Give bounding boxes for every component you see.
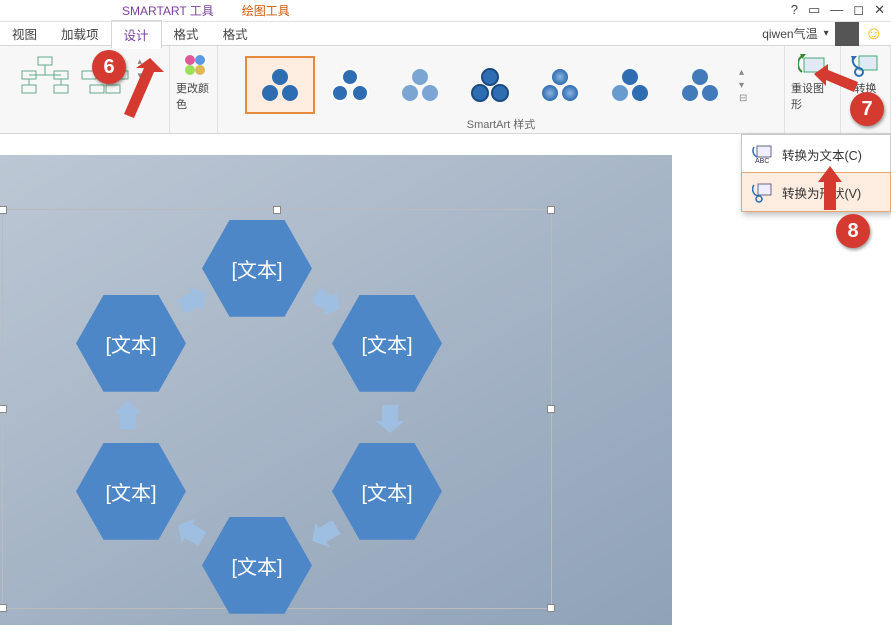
convert-to-text-label: 转换为文本(C) xyxy=(782,145,862,164)
tab-addins[interactable]: 加载项 xyxy=(49,20,111,47)
resize-handle-w[interactable] xyxy=(0,405,7,413)
ribbon-display-icon[interactable]: ▭ xyxy=(808,2,820,18)
smartart-node-1[interactable]: [文本] xyxy=(202,220,312,316)
ribbon-tabs: 视图 加载项 设计 格式 格式 qiwen气温 ▾ ☺ xyxy=(0,22,891,46)
smartart-node-5[interactable]: [文本] xyxy=(76,443,186,539)
cycle-arrow-icon xyxy=(372,399,408,435)
annotation-bubble: 8 xyxy=(836,214,870,248)
user-area: qiwen气温 ▾ ☺ xyxy=(762,22,891,46)
smartart-node-3[interactable]: [文本] xyxy=(332,443,442,539)
node-text: [文本] xyxy=(105,329,156,358)
help-icon[interactable]: ? xyxy=(791,2,798,18)
layouts-group: ▴▾⊟ xyxy=(0,46,170,133)
reset-icon xyxy=(798,50,828,78)
style-option-2[interactable] xyxy=(315,56,385,114)
convert-dropdown: ABC 转换为文本(C) 转换为形状(V) xyxy=(741,134,891,212)
convert-to-text-item[interactable]: ABC 转换为文本(C) xyxy=(742,135,890,173)
smartart-node-4[interactable]: [文本] xyxy=(202,517,312,613)
reset-group: 重设图形 xyxy=(785,46,841,133)
smartart-node-2[interactable]: [文本] xyxy=(332,295,442,391)
reset-graphic-button[interactable]: 重设图形 xyxy=(791,50,834,112)
contextual-tab-smartart: SMARTART 工具 xyxy=(112,0,224,21)
resize-handle-sw[interactable] xyxy=(0,604,7,612)
convert-icon xyxy=(851,50,881,78)
svg-text:ABC: ABC xyxy=(755,158,769,165)
change-colors-group: 更改颜色 xyxy=(170,46,218,133)
layout-option-2[interactable] xyxy=(78,50,132,100)
smartart-node-6[interactable]: [文本] xyxy=(76,295,186,391)
resize-handle-nw[interactable] xyxy=(0,206,7,214)
restore-icon[interactable]: ◻ xyxy=(853,2,864,18)
node-text: [文本] xyxy=(231,254,282,283)
convert-label: 转换 xyxy=(855,80,877,96)
minimize-icon[interactable]: — xyxy=(830,2,843,18)
style-option-7[interactable] xyxy=(665,56,735,114)
palette-icon xyxy=(180,50,208,78)
style-option-6[interactable] xyxy=(595,56,665,114)
convert-group: 转换 ▾ xyxy=(841,46,891,133)
reset-label: 重设图形 xyxy=(791,80,834,112)
chevron-down-icon: ▾ xyxy=(863,98,868,109)
convert-to-text-icon: ABC xyxy=(752,143,774,165)
styles-group: ▴▾⊟ SmartArt 样式 xyxy=(218,46,785,133)
style-option-3[interactable] xyxy=(385,56,455,114)
tab-format-smartart[interactable]: 格式 xyxy=(162,20,211,47)
style-option-4[interactable] xyxy=(455,56,525,114)
convert-to-shapes-icon xyxy=(752,181,774,203)
resize-handle-e[interactable] xyxy=(547,405,555,413)
resize-handle-ne[interactable] xyxy=(547,206,555,214)
convert-to-shapes-item[interactable]: 转换为形状(V) xyxy=(741,172,891,212)
styles-label: SmartArt 样式 xyxy=(467,114,535,134)
style-option-1[interactable] xyxy=(245,56,315,114)
tab-design[interactable]: 设计 xyxy=(111,20,162,49)
layouts-more[interactable]: ▴▾⊟ xyxy=(138,56,152,95)
node-text: [文本] xyxy=(231,551,282,580)
cycle-arrow-icon xyxy=(110,399,146,435)
resize-handle-se[interactable] xyxy=(547,604,555,612)
node-text: [文本] xyxy=(361,477,412,506)
user-name: qiwen气温 xyxy=(762,25,817,42)
tab-view[interactable]: 视图 xyxy=(0,20,49,47)
style-option-5[interactable] xyxy=(525,56,595,114)
contextual-tab-drawing: 绘图工具 xyxy=(232,0,300,21)
resize-handle-n[interactable] xyxy=(273,206,281,214)
close-icon[interactable]: ✕ xyxy=(874,2,885,18)
convert-to-shapes-label: 转换为形状(V) xyxy=(782,183,861,202)
avatar[interactable] xyxy=(835,22,859,46)
ribbon: ▴▾⊟ 更改颜色 ▴▾⊟ SmartArt 样式 重设图形 xyxy=(0,46,891,134)
change-colors-label: 更改颜色 xyxy=(176,80,211,112)
styles-more[interactable]: ▴▾⊟ xyxy=(739,67,757,104)
layout-option-1[interactable] xyxy=(18,50,72,100)
node-text: [文本] xyxy=(361,329,412,358)
feedback-icon[interactable]: ☺ xyxy=(865,23,883,44)
change-colors-button[interactable]: 更改颜色 xyxy=(176,50,211,112)
slide-canvas[interactable]: [文本] [文本] [文本] [文本] [文本] [文本] xyxy=(0,155,672,625)
convert-button[interactable]: 转换 ▾ xyxy=(851,50,881,109)
tab-format-drawing[interactable]: 格式 xyxy=(211,20,260,47)
node-text: [文本] xyxy=(105,477,156,506)
contextual-tab-row: SMARTART 工具 绘图工具 ? ▭ — ◻ ✕ xyxy=(0,0,891,22)
